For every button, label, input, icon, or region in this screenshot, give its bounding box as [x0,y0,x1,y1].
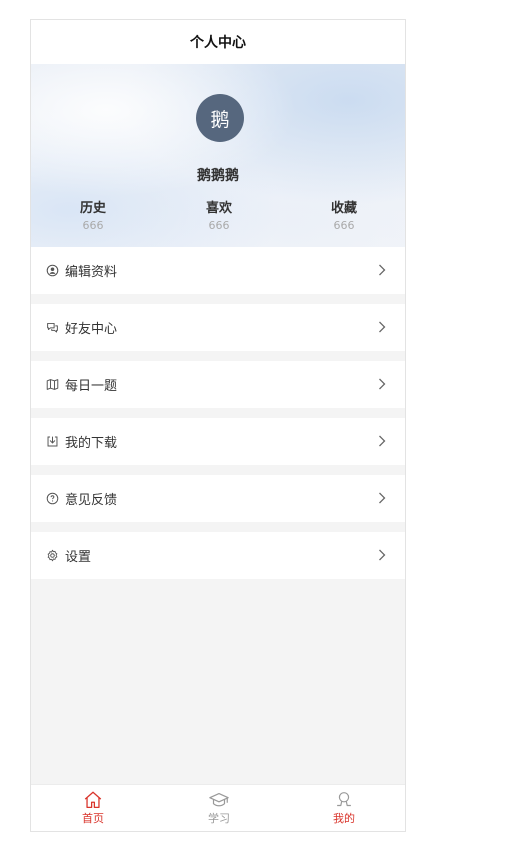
tab-study[interactable]: 学习 [179,789,259,826]
avatar[interactable]: 鹅 [196,94,244,142]
menu-label: 编辑资料 [65,265,118,280]
menu-item-feedback[interactable]: 意见反馈 [31,475,405,522]
chat-bubbles-icon [46,321,59,334]
question-circle-icon [46,492,59,505]
stat-likes[interactable]: 喜欢 666 [179,201,259,234]
tab-label: 首页 [82,812,104,825]
stat-count: 666 [333,219,355,232]
page-title: 个人中心 [190,35,246,51]
menu-label: 设置 [65,550,92,565]
menu-item-friends[interactable]: 好友中心 [31,304,405,351]
chevron-right-icon [379,492,386,504]
chevron-right-icon [379,549,386,561]
menu-label: 我的下载 [65,436,118,451]
stat-count: 666 [208,219,230,232]
tab-label: 我的 [333,812,355,825]
chevron-right-icon [379,435,386,447]
stat-label: 收藏 [330,201,357,216]
avatar-text: 鹅 [210,108,230,131]
chevron-right-icon [379,321,386,333]
stat-favorites[interactable]: 收藏 666 [304,201,384,234]
chevron-right-icon [379,378,386,390]
tab-home[interactable]: 首页 [53,789,133,826]
profile-header: 鹅 鹅鹅鹅 历史 666 喜欢 666 收藏 666 [31,64,405,247]
username: 鹅鹅鹅 [197,168,239,184]
phone-frame: 个人中心 鹅 鹅鹅鹅 历史 666 喜欢 666 收藏 666 编辑资料 好友中… [30,19,406,832]
user-icon [337,792,351,807]
gear-icon [46,549,59,562]
tab-mine[interactable]: 我的 [304,789,384,826]
nav-bar: 个人中心 [31,20,405,64]
user-circle-icon [46,264,59,277]
tab-label: 学习 [208,812,230,825]
stat-label: 喜欢 [205,201,232,216]
menu-label: 每日一题 [65,379,118,394]
menu-label: 意见反馈 [65,493,118,508]
tab-bar: 首页 学习 我的 [31,784,405,831]
stat-label: 历史 [79,201,106,216]
download-icon [46,435,59,448]
menu-label: 好友中心 [65,322,118,337]
graduation-cap-icon [209,792,229,807]
map-icon [46,378,59,391]
chevron-right-icon [379,264,386,276]
home-icon [84,791,102,808]
stat-count: 666 [82,219,104,232]
stat-history[interactable]: 历史 666 [53,201,133,234]
menu-item-downloads[interactable]: 我的下载 [31,418,405,465]
menu-item-daily-question[interactable]: 每日一题 [31,361,405,408]
menu-item-edit-profile[interactable]: 编辑资料 [31,247,405,294]
menu-item-settings[interactable]: 设置 [31,532,405,579]
